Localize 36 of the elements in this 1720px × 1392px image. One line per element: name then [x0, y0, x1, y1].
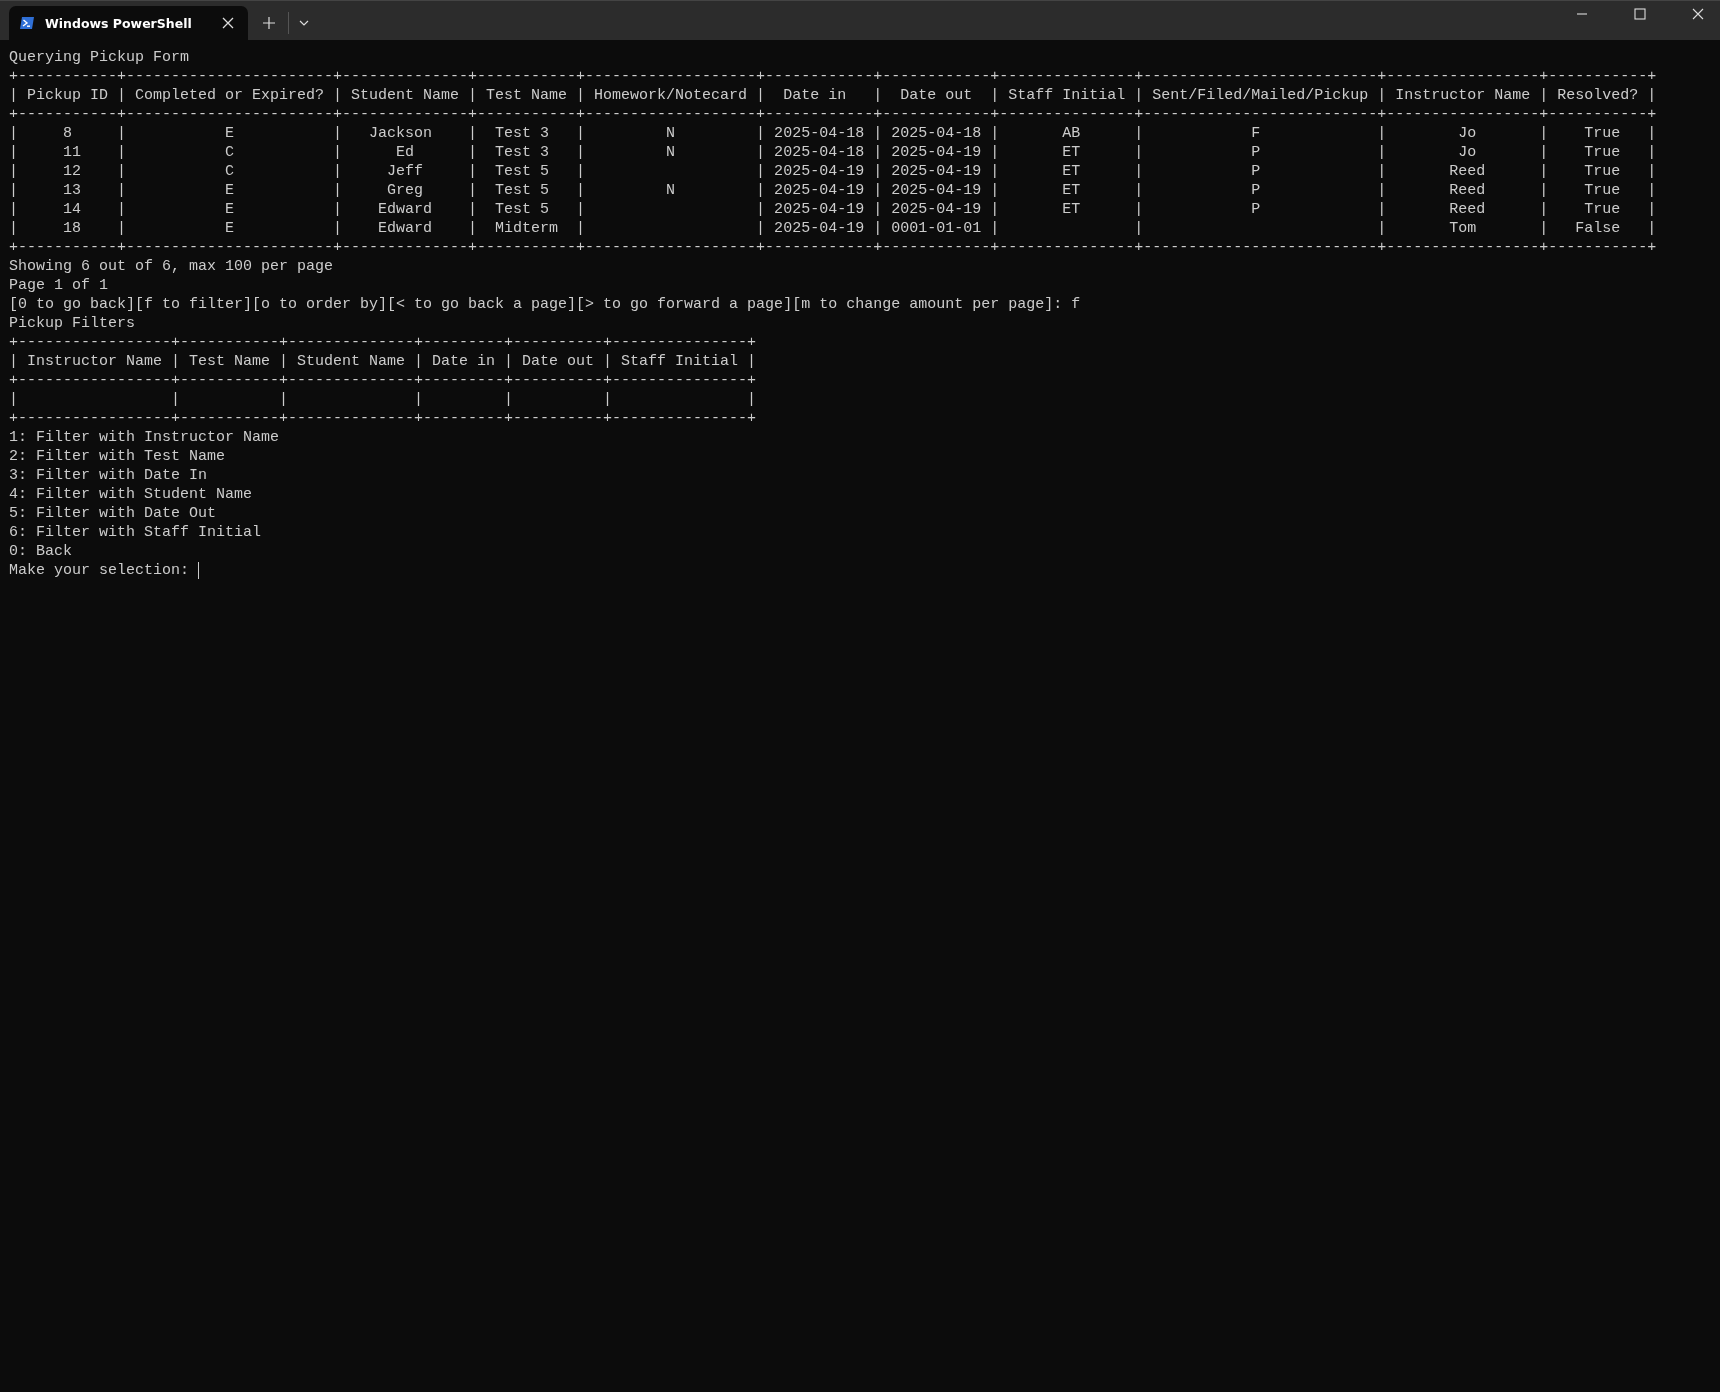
- terminal-line: | 12 | C | Jeff | Test 5 | | 2025-04-19 | 2025-04-19 | ET | P | Reed | True |: [9, 162, 1658, 181]
- terminal-line: | 14 | E | Edward | Test 5 | | 2025-04-19 | 2025-04-19 | ET | P | Reed | True |: [9, 200, 1658, 219]
- terminal-line: | 8 | E | Jackson | Test 3 | N | 2025-04-18 | 2025-04-18 | AB | F | Jo | True |: [9, 124, 1658, 143]
- terminal-line: 3: Filter with Date In: [9, 466, 209, 485]
- terminal-line: Showing 6 out of 6, max 100 per page: [9, 257, 335, 276]
- terminal-line: | 11 | C | Ed | Test 3 | N | 2025-04-18 | 2025-04-19 | ET | P | Jo | True |: [9, 143, 1658, 162]
- terminal-line: +-----------------+-----------+--------------+---------+----------+---------------+: [9, 371, 758, 390]
- terminal-line: 0: Back: [9, 542, 73, 561]
- terminal-line: +-----------------+-----------+--------------+---------+----------+---------------+: [9, 333, 758, 352]
- powershell-icon: [19, 16, 35, 30]
- new-tab-icon[interactable]: [262, 16, 276, 30]
- close-icon[interactable]: [1692, 8, 1704, 20]
- terminal-line: Querying Pickup Form: [9, 48, 191, 67]
- terminal-line: +-----------------+-----------+--------------+---------+----------+---------------+: [9, 409, 758, 428]
- terminal-line: 2: Filter with Test Name: [9, 447, 227, 466]
- terminal-line: 4: Filter with Student Name: [9, 485, 254, 504]
- terminal-line: 1: Filter with Instructor Name: [9, 428, 281, 447]
- terminal-line: 5: Filter with Date Out: [9, 504, 218, 523]
- terminal-line: +-----------+-----------------------+--------------+-----------+-------------------+------------+------------+---------------+--------------------------+-----------------+-----------+: [9, 105, 1658, 124]
- terminal-tab[interactable]: Windows PowerShell: [9, 6, 248, 40]
- close-tab-icon[interactable]: [222, 17, 234, 29]
- dropdown-caret-icon[interactable]: [299, 20, 309, 26]
- terminal-line: 6: Filter with Staff Initial: [9, 523, 263, 542]
- terminal-line: | | | | | | |: [9, 390, 758, 409]
- terminal-line: | Instructor Name | Test Name | Student Name | Date in | Date out | Staff Initial |: [9, 352, 758, 371]
- terminal-line: | 18 | E | Edward | Midterm | | 2025-04-19 | 0001-01-01 | | | Tom | False |: [9, 219, 1658, 238]
- prompt-text: Make your selection:: [9, 561, 190, 580]
- terminal-line: Page 1 of 1: [9, 276, 110, 295]
- terminal-line: | 13 | E | Greg | Test 5 | N | 2025-04-19 | 2025-04-19 | ET | P | Reed | True |: [9, 181, 1658, 200]
- terminal-line: Pickup Filters: [9, 314, 137, 333]
- maximize-icon[interactable]: [1634, 8, 1646, 20]
- terminal-line: | Pickup ID | Completed or Expired? | Student Name | Test Name | Homework/Notecard | Date in | Date out | Staff Initial | Sent/Filed/Mailed/Pickup | Instructor Name | Resolved? |: [9, 86, 1658, 105]
- terminal-line: +-----------+-----------------------+--------------+-----------+-------------------+------------+------------+---------------+--------------------------+-----------------+-----------+: [9, 238, 1658, 257]
- terminal-line: [0 to go back][f to filter][o to order by][< to go back a page][> to go forward a page][m to change amount per page]: f: [9, 295, 1082, 314]
- text-cursor: [198, 562, 200, 579]
- terminal-line: +-----------+-----------------------+--------------+-----------+-------------------+------------+------------+---------------+--------------------------+-----------------+-----------+: [9, 67, 1658, 86]
